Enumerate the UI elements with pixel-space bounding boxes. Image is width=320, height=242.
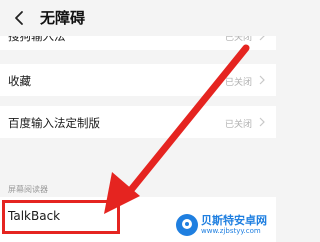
watermark-name: 贝斯特安卓网 — [201, 214, 267, 227]
title-bar: 无障碍 — [0, 0, 276, 36]
chevron-right-icon — [259, 117, 265, 127]
section-header-screen-reader: 屏幕阅读器 — [8, 185, 48, 194]
status-text: 已关闭 — [224, 120, 252, 130]
status-text: 已关闭 — [224, 78, 252, 88]
list-item-favorites[interactable]: 收藏 已关闭 — [0, 64, 276, 96]
watermark: 贝斯特安卓网 www.zjbstyy.com — [176, 212, 272, 238]
highlight-box — [2, 200, 120, 234]
back-arrow-icon[interactable] — [10, 8, 30, 28]
list-item-label: 百度输入法定制版 — [8, 116, 100, 130]
watermark-url: www.zjbstyy.com — [201, 227, 261, 235]
chevron-right-icon — [259, 75, 265, 85]
list-item-baidu-input[interactable]: 百度输入法定制版 已关闭 — [0, 106, 276, 138]
accessibility-settings-screen: 无障碍 搜狗输入法 已关闭 收藏 已关闭 百度输入法定制版 已关闭 屏幕阅读器 … — [0, 0, 276, 242]
page-title: 无障碍 — [40, 9, 86, 27]
watermark-logo-icon — [176, 214, 198, 236]
list-item-label: 收藏 — [8, 74, 31, 88]
